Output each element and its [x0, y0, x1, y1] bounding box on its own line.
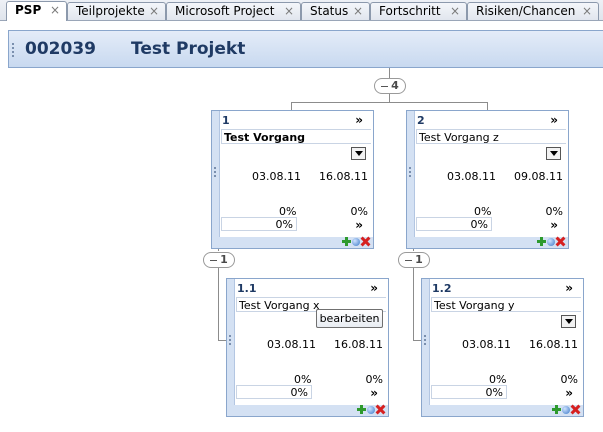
progress-input[interactable]: 0% — [221, 217, 297, 231]
task-card-2[interactable]: 2 » Test Vorgang z 03.08.11 09.08.11 0% … — [406, 110, 569, 249]
task-name-field[interactable]: Test Vorgang y — [431, 297, 581, 312]
task-card-1[interactable]: 1 » Test Vorgang 03.08.11 16.08.11 0% 0%… — [211, 110, 374, 249]
tab-risiken-chancen[interactable]: Risiken/Chancen × — [467, 2, 599, 20]
expand-icon[interactable]: » — [370, 281, 378, 295]
connector-line — [413, 340, 421, 341]
delete-icon[interactable] — [361, 237, 370, 246]
task-number: 1 — [222, 114, 230, 127]
drag-handle-icon[interactable] — [12, 43, 16, 57]
progress-input[interactable]: 0% — [431, 385, 507, 399]
minus-icon — [210, 259, 218, 261]
progress-actual: 0% — [350, 205, 368, 218]
task-number: 2 — [417, 114, 425, 127]
collapse-toggle-root[interactable]: 4 — [374, 78, 406, 94]
tab-strip: PSP × Teilprojekte × Microsoft Project ×… — [0, 0, 603, 21]
drag-handle[interactable] — [212, 111, 220, 248]
progress-actual: 0% — [365, 373, 383, 386]
status-icon[interactable] — [547, 237, 555, 246]
task-name-field[interactable]: Test Vorgang — [221, 129, 371, 144]
tab-label: Microsoft Project — [175, 4, 275, 18]
close-icon[interactable]: × — [582, 3, 592, 19]
project-code: 002039 — [25, 39, 96, 59]
add-icon[interactable] — [552, 405, 561, 414]
connector-line — [487, 102, 488, 110]
delete-icon[interactable] — [556, 237, 565, 246]
close-icon[interactable]: × — [284, 3, 294, 19]
progress-actual: 0% — [545, 205, 563, 218]
connector-line — [413, 268, 414, 340]
card-actions — [537, 236, 565, 247]
task-number: 1.2 — [432, 282, 452, 295]
start-date: 03.08.11 — [267, 338, 316, 351]
delete-icon[interactable] — [376, 405, 385, 414]
progress-input[interactable]: 0% — [416, 217, 492, 231]
end-date: 09.08.11 — [514, 170, 563, 183]
close-icon[interactable]: × — [50, 2, 60, 18]
card-actions — [357, 404, 385, 415]
tab-label: Teilprojekte — [76, 4, 145, 18]
expand-icon[interactable]: » — [550, 218, 558, 232]
end-date: 16.08.11 — [529, 338, 578, 351]
card-actions — [342, 236, 370, 247]
start-date: 03.08.11 — [462, 338, 511, 351]
connector-line — [218, 268, 219, 340]
progress-actual: 0% — [560, 373, 578, 386]
dropdown-icon[interactable] — [546, 147, 561, 160]
expand-icon[interactable]: » — [565, 386, 573, 400]
project-title: Test Projekt — [131, 39, 246, 59]
start-date: 03.08.11 — [252, 170, 301, 183]
tab-status[interactable]: Status × — [301, 2, 370, 20]
tab-teilprojekte[interactable]: Teilprojekte × — [67, 2, 166, 20]
project-header[interactable]: 002039 Test Projekt — [8, 30, 603, 68]
task-name-field[interactable]: Test Vorgang z — [416, 129, 566, 144]
end-date: 16.08.11 — [319, 170, 368, 183]
status-icon[interactable] — [352, 237, 360, 246]
edit-tooltip: bearbeiten — [316, 309, 383, 328]
tab-label: Risiken/Chancen — [476, 4, 576, 18]
drag-handle[interactable] — [227, 279, 235, 416]
tab-label: PSP — [15, 3, 42, 17]
close-icon[interactable]: × — [149, 3, 159, 19]
task-card-1-2[interactable]: 1.2 » Test Vorgang y 03.08.11 16.08.11 0… — [421, 278, 584, 417]
status-icon[interactable] — [367, 405, 375, 414]
drag-handle[interactable] — [422, 279, 430, 416]
connector-line — [291, 102, 487, 103]
add-icon[interactable] — [537, 237, 546, 246]
expand-icon[interactable]: » — [370, 386, 378, 400]
expand-icon[interactable]: » — [565, 281, 573, 295]
add-icon[interactable] — [357, 405, 366, 414]
tab-label: Fortschritt — [379, 4, 441, 18]
drag-handle[interactable] — [407, 111, 415, 248]
dropdown-icon[interactable] — [561, 315, 576, 328]
dropdown-icon[interactable] — [351, 147, 366, 160]
progress-input[interactable]: 0% — [236, 385, 312, 399]
tab-fortschritt[interactable]: Fortschritt × — [370, 2, 467, 20]
close-icon[interactable]: × — [353, 3, 363, 19]
end-date: 16.08.11 — [334, 338, 383, 351]
connector-line — [389, 94, 390, 102]
delete-icon[interactable] — [571, 405, 580, 414]
task-card-1-1[interactable]: 1.1 » Test Vorgang x 03.08.11 16.08.11 0… — [226, 278, 389, 417]
tab-microsoft-project[interactable]: Microsoft Project × — [166, 2, 301, 20]
add-icon[interactable] — [342, 237, 351, 246]
start-date: 03.08.11 — [447, 170, 496, 183]
connector-line — [291, 102, 292, 110]
minus-icon — [405, 259, 413, 261]
expand-icon[interactable]: » — [355, 113, 363, 127]
expand-icon[interactable]: » — [355, 218, 363, 232]
collapse-toggle-1[interactable]: 1 — [203, 252, 235, 268]
connector-line — [218, 340, 226, 341]
minus-icon — [381, 85, 389, 87]
expand-icon[interactable]: » — [550, 113, 558, 127]
tab-label: Status — [310, 4, 349, 18]
card-actions — [552, 404, 580, 415]
close-icon[interactable]: × — [450, 3, 460, 19]
tab-psp[interactable]: PSP × — [6, 1, 67, 21]
task-number: 1.1 — [237, 282, 257, 295]
status-icon[interactable] — [562, 405, 570, 414]
collapse-toggle-2[interactable]: 1 — [398, 252, 430, 268]
